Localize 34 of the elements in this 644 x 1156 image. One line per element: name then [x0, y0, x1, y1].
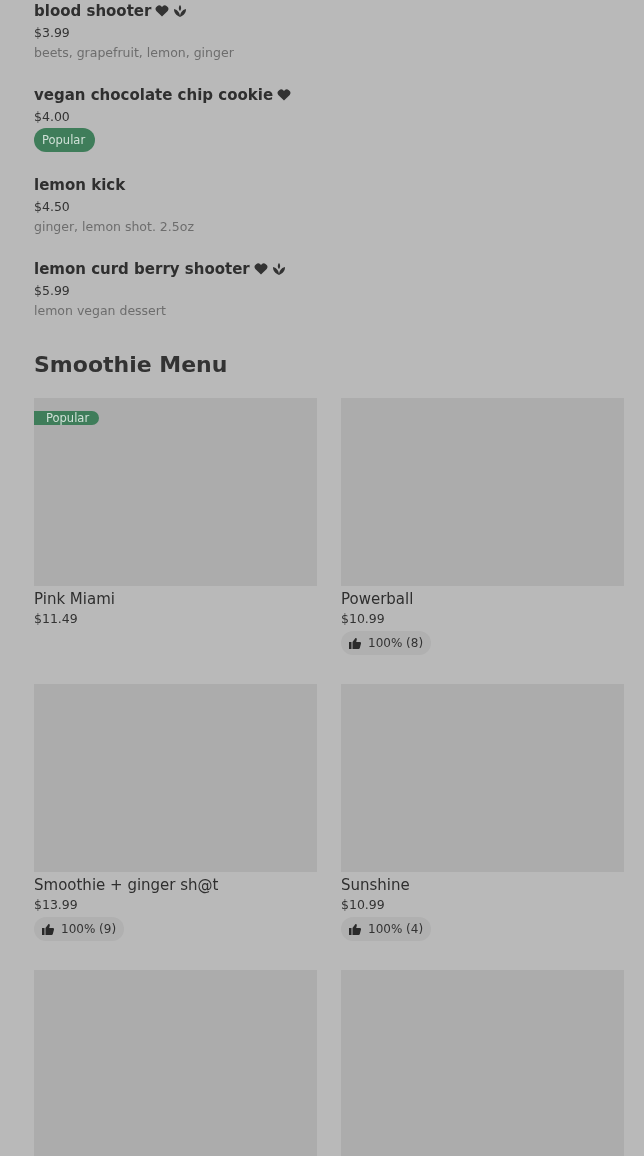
thumbs-up-icon — [349, 923, 361, 935]
card-price: $10.99 — [341, 610, 385, 628]
heart-icon — [253, 263, 268, 275]
leaf-icon — [173, 4, 188, 18]
item-description: beets, grapefruit, lemon, ginger — [34, 44, 234, 62]
item-price: $3.99 — [34, 24, 70, 42]
item-price: $4.00 — [34, 108, 70, 126]
heart-icon — [277, 89, 292, 101]
rating-badge: 100% (9) — [34, 917, 125, 941]
section-title: Smoothie Menu — [34, 351, 229, 379]
card-price: $13.99 — [34, 896, 78, 914]
thumbs-up-icon — [42, 923, 54, 935]
item-name[interactable]: lemon curd berry shooter — [34, 258, 250, 280]
card-name[interactable]: Sunshine — [341, 874, 410, 896]
item-name[interactable]: blood shooter — [34, 0, 152, 22]
item-name[interactable]: lemon kick — [34, 174, 126, 196]
popular-badge: Popular — [34, 128, 96, 152]
heart-icon — [155, 5, 170, 17]
item-description: lemon vegan dessert — [34, 302, 166, 320]
rating-badge: 100% (8) — [341, 631, 432, 655]
image-placeholder[interactable]: Popular — [34, 398, 317, 586]
rating-badge: 100% (4) — [341, 917, 432, 941]
thumbs-up-icon — [349, 637, 361, 649]
card-price: $10.99 — [341, 896, 385, 914]
card-name[interactable]: Pink Miami — [34, 588, 115, 610]
item-name[interactable]: vegan chocolate chip cookie — [34, 84, 274, 106]
card-price: $11.49 — [34, 610, 78, 628]
popular-badge: Popular — [34, 411, 100, 425]
card-name[interactable]: Powerball — [341, 588, 414, 610]
item-price: $4.50 — [34, 198, 70, 216]
item-price: $5.99 — [34, 282, 70, 300]
card-name[interactable]: Smoothie + ginger sh@t — [34, 874, 219, 896]
leaf-icon — [271, 262, 286, 276]
item-description: ginger, lemon shot. 2.5oz — [34, 218, 194, 236]
